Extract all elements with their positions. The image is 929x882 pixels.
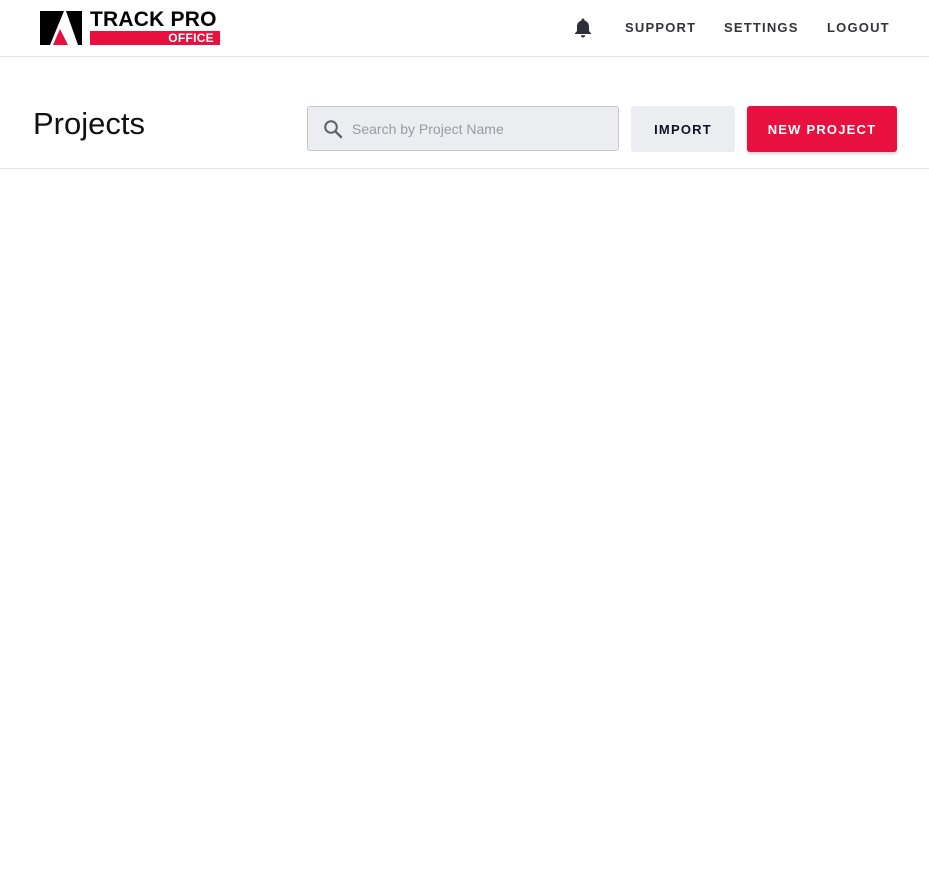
bell-icon[interactable] (573, 17, 593, 39)
page-header: Projects IMPORT NEW PROJECT (0, 57, 929, 169)
logo-mark-icon (40, 11, 82, 45)
nav-logout-link[interactable]: LOGOUT (827, 20, 890, 35)
search-icon (324, 120, 343, 139)
nav-settings-link[interactable]: SETTINGS (724, 20, 799, 35)
page-title: Projects (33, 106, 145, 141)
project-search-box[interactable] (307, 106, 619, 151)
brand-name: TRACK PRO (90, 8, 217, 31)
nav-support-link[interactable]: SUPPORT (625, 20, 696, 35)
brand-subtitle: OFFICE (90, 31, 220, 45)
import-button[interactable]: IMPORT (631, 106, 735, 152)
new-project-button[interactable]: NEW PROJECT (747, 106, 897, 152)
project-search-input[interactable] (352, 107, 612, 150)
app-logo[interactable]: TRACK PRO OFFICE (40, 8, 220, 45)
top-navigation-bar: TRACK PRO OFFICE SUPPORT SETTINGS LOGOUT (0, 0, 929, 57)
projects-list-area (0, 169, 929, 882)
